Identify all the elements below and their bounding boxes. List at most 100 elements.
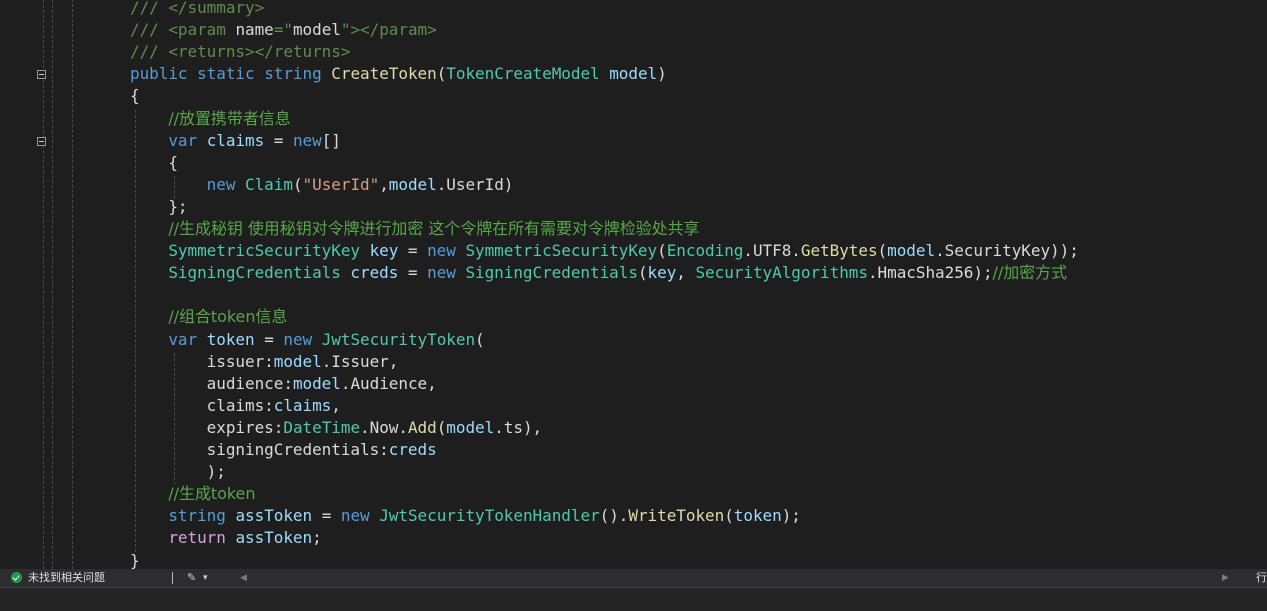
issues-status[interactable]: 未找到相关问题: [28, 569, 105, 587]
code-token: SigningCredentials: [168, 263, 351, 283]
code-token: SymmetricSecurityKey: [168, 241, 370, 261]
code-line[interactable]: public static string CreateToken(TokenCr…: [130, 63, 667, 85]
code-token: Claim: [245, 174, 293, 194]
code-token: static: [197, 64, 265, 84]
code-line[interactable]: claims:claims,: [130, 395, 341, 417]
code-line[interactable]: }: [130, 550, 140, 570]
code-line[interactable]: SigningCredentials creds = new SigningCr…: [130, 262, 1067, 284]
scroll-right-button[interactable]: ▶: [1222, 569, 1229, 587]
code-token: ,: [331, 395, 341, 415]
check-circle-icon[interactable]: [11, 572, 22, 583]
collapse-icon[interactable]: [37, 136, 46, 146]
code-line[interactable]: /// </summary>: [130, 0, 264, 19]
code-token: creds: [350, 263, 399, 283]
code-token: :: [264, 395, 274, 415]
code-token: .Now.: [360, 417, 408, 437]
code-token: (: [292, 174, 303, 194]
code-line[interactable]: signingCredentials:creds: [130, 439, 437, 461]
code-token: model: [273, 351, 322, 371]
code-token: new: [206, 174, 246, 194]
code-token: :: [283, 373, 293, 393]
code-token: name: [235, 20, 274, 40]
code-token: "></param>: [340, 20, 437, 40]
code-line[interactable]: /// <param name="model"></param>: [130, 19, 437, 41]
chevron-down-icon[interactable]: ▾: [203, 569, 208, 587]
code-token: ///: [130, 20, 169, 40]
code-token: =: [312, 506, 341, 526]
code-line[interactable]: SymmetricSecurityKey key = new Symmetric…: [130, 240, 1079, 262]
code-token: token: [733, 506, 782, 526]
code-token: TokenCreateModel: [446, 64, 610, 84]
code-token: string: [264, 64, 332, 84]
code-token: assToken: [235, 528, 313, 548]
brush-icon[interactable]: ✎: [187, 569, 196, 587]
code-token: ,: [676, 263, 696, 283]
code-token: JwtSecurityToken: [321, 329, 476, 349]
code-editor[interactable]: /// </summary>/// <param name="model"></…: [0, 0, 1267, 569]
code-token: .HmacSha256);: [867, 263, 993, 283]
gutter-guide: [43, 0, 45, 569]
code-token: (: [657, 241, 667, 261]
code-line[interactable]: };: [130, 196, 187, 218]
line-indicator[interactable]: 行: [1256, 569, 1267, 587]
editor-gutter: [0, 0, 62, 569]
code-line[interactable]: //组合token信息: [130, 306, 287, 328]
code-token: .SecurityKey));: [935, 241, 1079, 261]
code-line[interactable]: //生成秘钥 使用秘钥对令牌进行加密 这个令牌在所有需要对令牌检验处共享: [130, 218, 699, 240]
code-token: (: [637, 263, 648, 283]
code-token: <param: [168, 20, 236, 40]
code-line[interactable]: issuer:model.Issuer,: [130, 351, 399, 373]
code-token: =": [273, 20, 293, 40]
code-token: claims: [273, 395, 332, 415]
scroll-left-button[interactable]: ◀: [240, 569, 247, 587]
code-token: []: [321, 130, 341, 150]
code-line[interactable]: var token = new JwtSecurityToken(: [130, 329, 485, 351]
code-line[interactable]: audience:model.Audience,: [130, 373, 437, 395]
code-token: SecurityAlgorithms: [695, 263, 868, 283]
code-token: model: [609, 64, 658, 84]
code-token: creds: [388, 440, 437, 459]
code-token: GetBytes: [800, 241, 878, 261]
code-token: Encoding: [666, 241, 744, 261]
code-line[interactable]: expires:DateTime.Now.Add(model.ts),: [130, 417, 543, 439]
code-token: Add: [407, 417, 437, 437]
code-token: new: [427, 241, 466, 261]
code-token: new: [340, 506, 380, 526]
code-token: //生成token: [168, 484, 256, 504]
code-token: {: [130, 86, 140, 106]
code-token: ///: [130, 42, 169, 62]
code-token: signingCredentials: [206, 440, 380, 459]
code-token: new: [292, 130, 322, 150]
horizontal-scrollbar[interactable]: [252, 576, 1218, 580]
code-line[interactable]: /// <returns></returns>: [130, 41, 350, 63]
code-token: WriteToken: [628, 506, 725, 526]
code-token: :: [264, 351, 274, 371]
gutter-guide: [52, 0, 54, 569]
code-line[interactable]: new Claim("UserId",model.UserId): [130, 174, 514, 196]
collapse-icon[interactable]: [37, 70, 46, 80]
code-line[interactable]: string assToken = new JwtSecurityTokenHa…: [130, 505, 801, 527]
code-token: (: [724, 506, 734, 526]
code-token: key: [369, 241, 399, 261]
code-token: .ts),: [494, 417, 543, 437]
code-line[interactable]: {: [130, 85, 140, 107]
code-token: (: [475, 329, 485, 349]
code-line[interactable]: {: [130, 152, 178, 174]
code-token: ,: [379, 174, 389, 194]
code-token: public: [130, 64, 198, 84]
code-line[interactable]: var claims = new[]: [130, 130, 341, 152]
code-line[interactable]: //放置携带者信息: [130, 108, 290, 130]
code-line[interactable]: return assToken;: [130, 527, 321, 549]
code-token: =: [398, 241, 428, 261]
code-token: .UTF8.: [743, 241, 801, 261]
code-line[interactable]: //生成token: [130, 483, 255, 505]
code-token: new: [283, 329, 322, 349]
code-line[interactable]: );: [130, 461, 226, 483]
code-token: :: [273, 417, 284, 437]
code-token: claims: [206, 130, 265, 150]
code-token: ): [657, 64, 667, 84]
